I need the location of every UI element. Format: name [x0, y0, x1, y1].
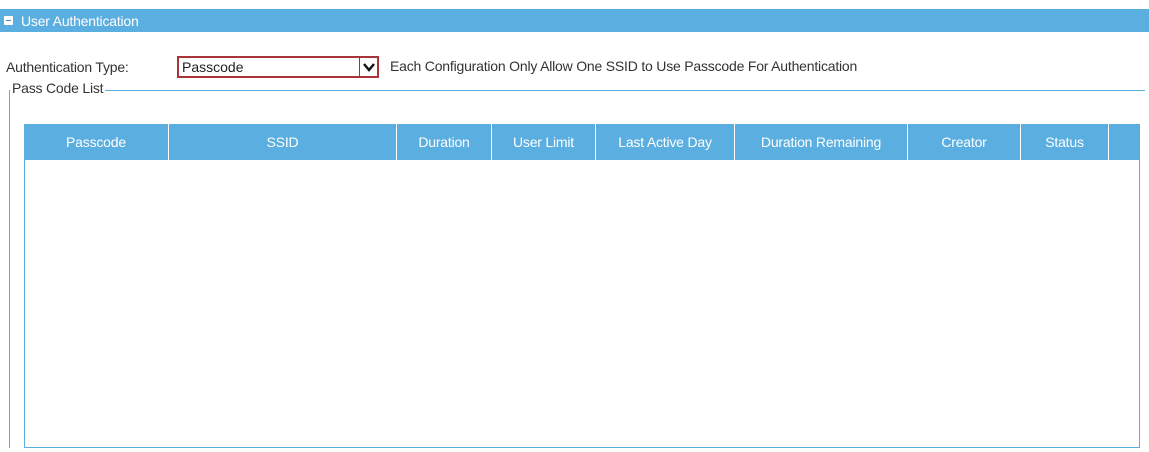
auth-type-selected-value: Passcode — [182, 59, 244, 75]
column-header-passcode[interactable]: Passcode — [24, 124, 169, 160]
collapse-minus-icon[interactable] — [4, 16, 13, 25]
auth-type-select[interactable]: Passcode — [177, 56, 379, 78]
column-header-duration[interactable]: Duration — [397, 124, 492, 160]
column-header-duration-remaining[interactable]: Duration Remaining — [735, 124, 908, 160]
auth-type-row: Authentication Type: Passcode Each Confi… — [6, 56, 857, 78]
column-header-extra — [1109, 124, 1140, 160]
section-title: User Authentication — [21, 12, 139, 29]
column-header-user-limit[interactable]: User Limit — [492, 124, 596, 160]
auth-type-note: Each Configuration Only Allow One SSID t… — [390, 58, 858, 74]
pass-code-table — [24, 124, 1140, 448]
chevron-down-icon[interactable] — [359, 58, 377, 76]
column-header-creator[interactable]: Creator — [908, 124, 1021, 160]
column-header-status[interactable]: Status — [1021, 124, 1109, 160]
column-header-last-active-day[interactable]: Last Active Day — [596, 124, 735, 160]
section-header[interactable]: User Authentication — [0, 9, 1149, 32]
column-header-ssid[interactable]: SSID — [169, 124, 397, 160]
pass-code-list-legend: Pass Code List — [10, 80, 106, 96]
auth-type-label: Authentication Type: — [6, 59, 129, 75]
table-header: Passcode SSID Duration User Limit Last A… — [24, 124, 1140, 160]
